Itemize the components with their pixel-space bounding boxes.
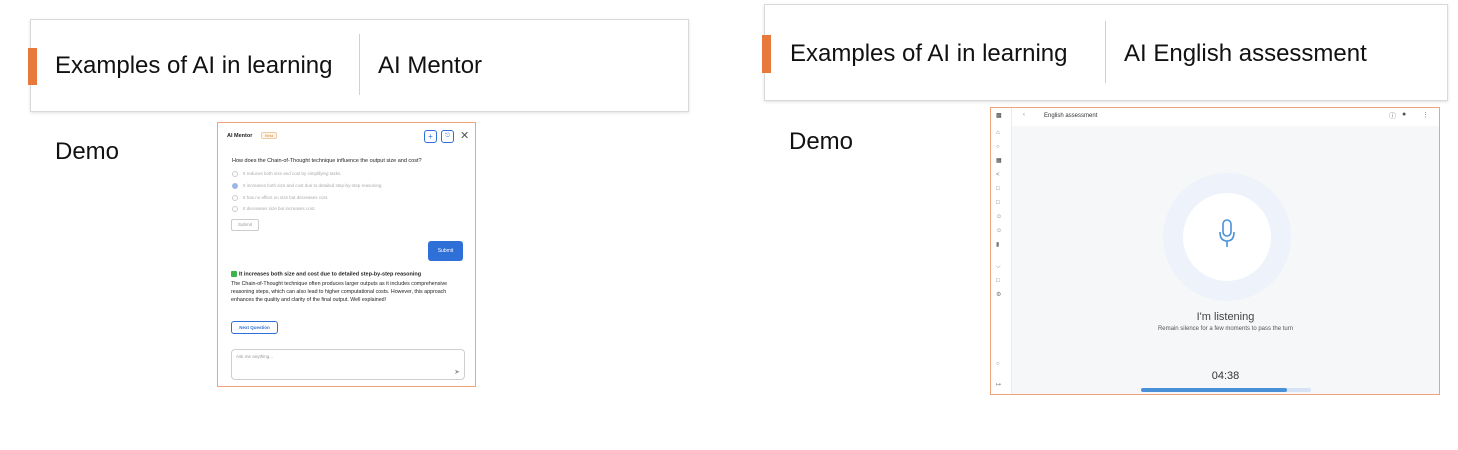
chat-icon[interactable]: □ [996,186,1000,192]
radio-icon [232,206,238,212]
mic-button[interactable] [1183,193,1271,281]
microphone-icon [1219,219,1235,247]
timer: 04:38 [1211,370,1240,382]
chat-input-placeholder: Ask me anything... [236,354,274,359]
apps-grid-icon[interactable]: ⋮ [1422,111,1429,119]
demo-label: Demo [789,128,854,155]
help-icon[interactable]: ○ [996,361,1000,367]
section-label: Examples of AI in learning [790,40,1068,67]
history-icon[interactable]: ⎋ [441,130,454,143]
assessment-panel: I'm listening Remain silence for a few m… [1012,126,1439,394]
logout-icon[interactable]: ↦ [996,382,1001,388]
close-icon[interactable]: ✕ [460,129,469,142]
divider [359,34,360,95]
cart-icon[interactable]: ⌵ [996,264,1001,270]
submit-button-disabled[interactable]: Submit [231,219,259,231]
grid-icon[interactable]: ▦ [996,158,1002,164]
group-icon[interactable]: ☺ [996,228,1002,234]
mentor-header: AI Mentor [227,133,253,139]
option-3[interactable]: It has no effect on size but decreases c… [232,195,328,201]
submit-button[interactable]: Submit [428,241,463,261]
beta-badge: Beta [261,132,278,139]
logo-icon: ▩ [996,113,1002,119]
mic-ring [1163,173,1291,301]
listening-status: I'm listening [1196,311,1255,323]
radio-icon [232,171,238,177]
bookmark-icon[interactable]: □ [996,200,1000,206]
check-icon [231,271,237,277]
right-header-card: Examples of AI in learning AI English as… [762,4,1448,101]
answer-title: It increases both size and cost due to d… [231,271,421,277]
quiz-question: How does the Chain-of-Thought technique … [232,158,422,164]
left-header-card: Examples of AI in learning AI Mentor [28,19,689,112]
answer-explanation: The Chain-of-Thought technique often pro… [231,281,448,304]
settings-icon[interactable]: ⚙ [996,292,1001,298]
top-bar: ‹ English assessment ⓘ ● ⋮ [1012,108,1439,126]
send-icon[interactable]: ➤ [454,368,460,376]
turn-hint: Remain silence for a few moments to pass… [1157,326,1294,332]
option-2[interactable]: It increases both size and cost due to d… [232,183,383,189]
divider [1105,21,1106,83]
radio-selected-icon [232,183,238,189]
page-title: English assessment [1044,113,1098,119]
demo-label: Demo [55,138,120,165]
home-icon[interactable]: ⌂ [996,130,1000,136]
radio-icon [232,195,238,201]
accent-bar [28,48,37,85]
card-title: AI English assessment [1124,40,1367,67]
next-question-button[interactable]: Next Question [231,321,278,334]
help-icon[interactable]: ⓘ [1389,111,1396,121]
share-icon[interactable]: < [996,172,1000,178]
option-1[interactable]: It reduces both size and cost by simplif… [232,171,342,177]
section-label: Examples of AI in learning [55,52,333,79]
calendar-icon[interactable]: □ [996,278,1000,284]
english-assessment-screenshot: ▩ ⌂ ○ ▦ < □ □ ☺ ☺ ▮ ⌵ □ ⚙ ○ ↦ ‹ English … [990,107,1440,395]
time-progress-bar [1141,388,1311,392]
stats-icon[interactable]: ▮ [996,242,999,248]
app-sidebar: ▩ ⌂ ○ ▦ < □ □ ☺ ☺ ▮ ⌵ □ ⚙ ○ ↦ [991,108,1012,394]
accent-bar [762,35,771,73]
progress-fill [1141,388,1288,392]
nav-icon[interactable]: ○ [996,144,1000,150]
new-chat-icon[interactable]: + [424,130,437,143]
back-icon[interactable]: ‹ [1023,112,1025,118]
chat-input[interactable]: Ask me anything... ➤ [231,349,465,380]
avatar[interactable]: ● [1402,111,1406,118]
option-4[interactable]: It decreases size but increases cost. [232,206,316,212]
users-icon[interactable]: ☺ [996,214,1002,220]
slide: Examples of AI in learning AI Mentor Dem… [0,0,1458,450]
card-title: AI Mentor [378,52,483,79]
ai-mentor-screenshot: AI Mentor Beta + ⎋ ✕ How does the Chain-… [217,122,476,387]
